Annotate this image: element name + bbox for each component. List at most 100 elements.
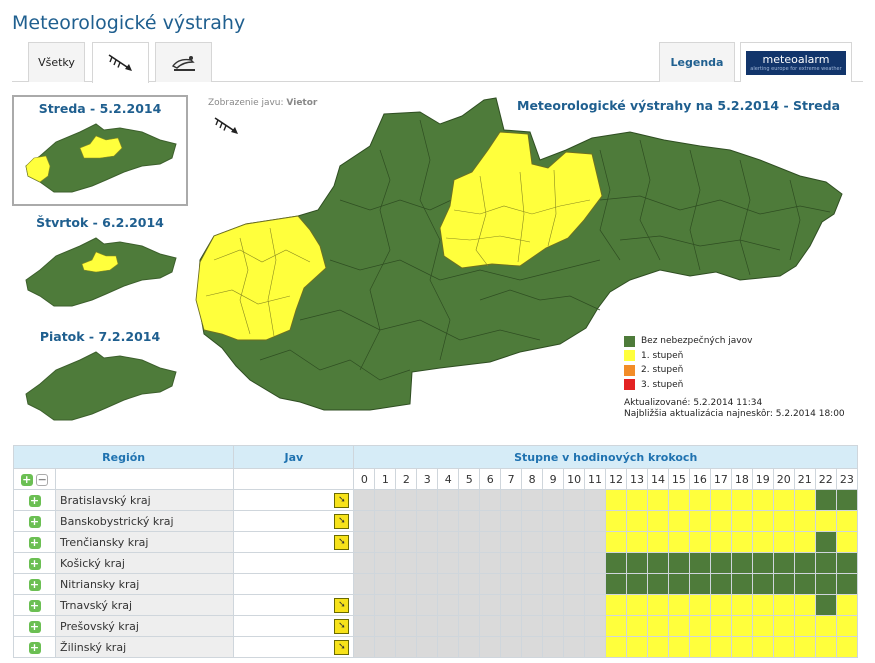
level-cell — [605, 573, 627, 595]
level-cell — [626, 531, 648, 553]
phenomenon-cell: ➘ — [233, 510, 355, 532]
level-cell — [646, 510, 669, 532]
level-cell — [730, 552, 753, 574]
warning-wind-icon[interactable]: ➘ — [334, 513, 350, 529]
level-cell — [500, 615, 523, 637]
level-cell — [416, 489, 439, 511]
level-cell — [584, 636, 607, 658]
level-cell — [374, 636, 397, 658]
expand-icon[interactable]: + — [28, 494, 41, 507]
tab-legend[interactable]: Legenda — [659, 42, 735, 82]
phenomenon-cell: ➘ — [233, 531, 355, 553]
warning-table: Región Jav Stupne v hodinových krokoch +… — [12, 445, 859, 658]
expand-icon[interactable]: + — [28, 515, 41, 528]
day-friday[interactable]: Piatok - 7.2.2014 — [12, 325, 188, 429]
hour-label: 17 — [709, 468, 732, 490]
level-cell — [479, 531, 502, 553]
level-cell — [563, 510, 586, 532]
level-cell — [835, 594, 859, 616]
table-row[interactable]: + Košický kraj — [12, 552, 859, 574]
level-cell — [479, 552, 502, 574]
level-cell — [688, 636, 711, 658]
table-row[interactable]: + Trenčiansky kraj ➘ — [12, 531, 859, 553]
level-cell — [374, 594, 397, 616]
collapse-all-icon[interactable]: − — [36, 473, 49, 486]
level-cell — [416, 552, 439, 574]
tab-all[interactable]: Všetky — [28, 42, 85, 82]
level-cell — [709, 531, 732, 553]
phenomenon-cell — [233, 573, 355, 595]
level-cell — [500, 594, 523, 616]
day-wednesday[interactable]: Streda - 5.2.2014 — [12, 95, 188, 206]
level-cell — [563, 489, 586, 511]
level-cell — [772, 636, 795, 658]
updated-time: Aktualizované: 5.2.2014 11:34 — [624, 398, 763, 408]
level-cell — [646, 531, 669, 553]
level-cell — [563, 531, 586, 553]
col-steps: Stupne v hodinových krokoch — [353, 445, 858, 469]
level-cell — [793, 552, 816, 574]
warning-wind-icon[interactable]: ➘ — [334, 534, 350, 550]
level-cell — [688, 489, 711, 511]
expand-icon[interactable]: + — [28, 578, 41, 591]
table-row[interactable]: + Žilinský kraj ➘ — [12, 636, 859, 658]
table-row[interactable]: + Bratislavský kraj ➘ — [12, 489, 859, 511]
warning-wind-icon[interactable]: ➘ — [334, 492, 350, 508]
day-thursday[interactable]: Štvrtok - 6.2.2014 — [12, 211, 188, 315]
hour-label: 18 — [730, 468, 753, 490]
expand-icon[interactable]: + — [28, 620, 41, 633]
level-cell — [437, 573, 460, 595]
level-cell — [500, 510, 523, 532]
region-name: Prešovský kraj — [55, 615, 235, 637]
level-cell — [772, 573, 795, 595]
level-cell — [395, 489, 418, 511]
level-cell — [772, 615, 795, 637]
table-row[interactable]: + Banskobystrický kraj ➘ — [12, 510, 859, 532]
legend-item: 1. stupeň — [624, 349, 752, 364]
level-cell — [458, 552, 481, 574]
level-cell — [437, 636, 460, 658]
level-cell — [479, 594, 502, 616]
level-cell — [835, 636, 859, 658]
phenomenon-cell: ➘ — [233, 489, 355, 511]
level-cell — [605, 510, 627, 532]
warning-wind-icon[interactable]: ➘ — [334, 618, 350, 634]
hour-label: 21 — [793, 468, 816, 490]
level-cell — [479, 489, 502, 511]
hour-label: 5 — [458, 468, 481, 490]
table-row[interactable]: + Trnavský kraj ➘ — [12, 594, 859, 616]
level-cell — [437, 615, 460, 637]
hour-label: 16 — [688, 468, 711, 490]
level-cell — [793, 594, 816, 616]
expand-icon[interactable]: + — [28, 536, 41, 549]
expand-icon[interactable]: + — [28, 557, 41, 570]
level-cell — [751, 510, 774, 532]
level-cell — [730, 615, 753, 637]
level-cell — [751, 531, 774, 553]
hour-label: 23 — [835, 468, 859, 490]
level-cell — [416, 636, 439, 658]
table-row[interactable]: + Prešovský kraj ➘ — [12, 615, 859, 637]
level-cell — [479, 510, 502, 532]
table-row[interactable]: + Nitriansky kraj — [12, 573, 859, 595]
warning-wind-icon[interactable]: ➘ — [334, 639, 350, 655]
hour-label: 11 — [584, 468, 607, 490]
level-cell — [437, 510, 460, 532]
tab-wind[interactable] — [92, 42, 149, 83]
level-cell — [374, 573, 397, 595]
tab-road[interactable] — [155, 42, 212, 82]
level-cell — [814, 510, 837, 532]
level-cell — [646, 552, 669, 574]
level-cell — [521, 552, 544, 574]
level-cell — [563, 594, 586, 616]
expand-icon[interactable]: + — [28, 599, 41, 612]
level-cell — [395, 531, 418, 553]
level-cell — [395, 615, 418, 637]
legend-swatch — [624, 350, 635, 362]
level-cell — [730, 594, 753, 616]
expand-all-icon[interactable]: + — [20, 473, 33, 486]
day-title: Streda - 5.2.2014 — [38, 101, 162, 116]
expand-icon[interactable]: + — [28, 641, 41, 654]
meteoalarm-tab[interactable]: meteoalarm alerting europe for extreme w… — [740, 42, 852, 82]
warning-wind-icon[interactable]: ➘ — [334, 597, 350, 613]
